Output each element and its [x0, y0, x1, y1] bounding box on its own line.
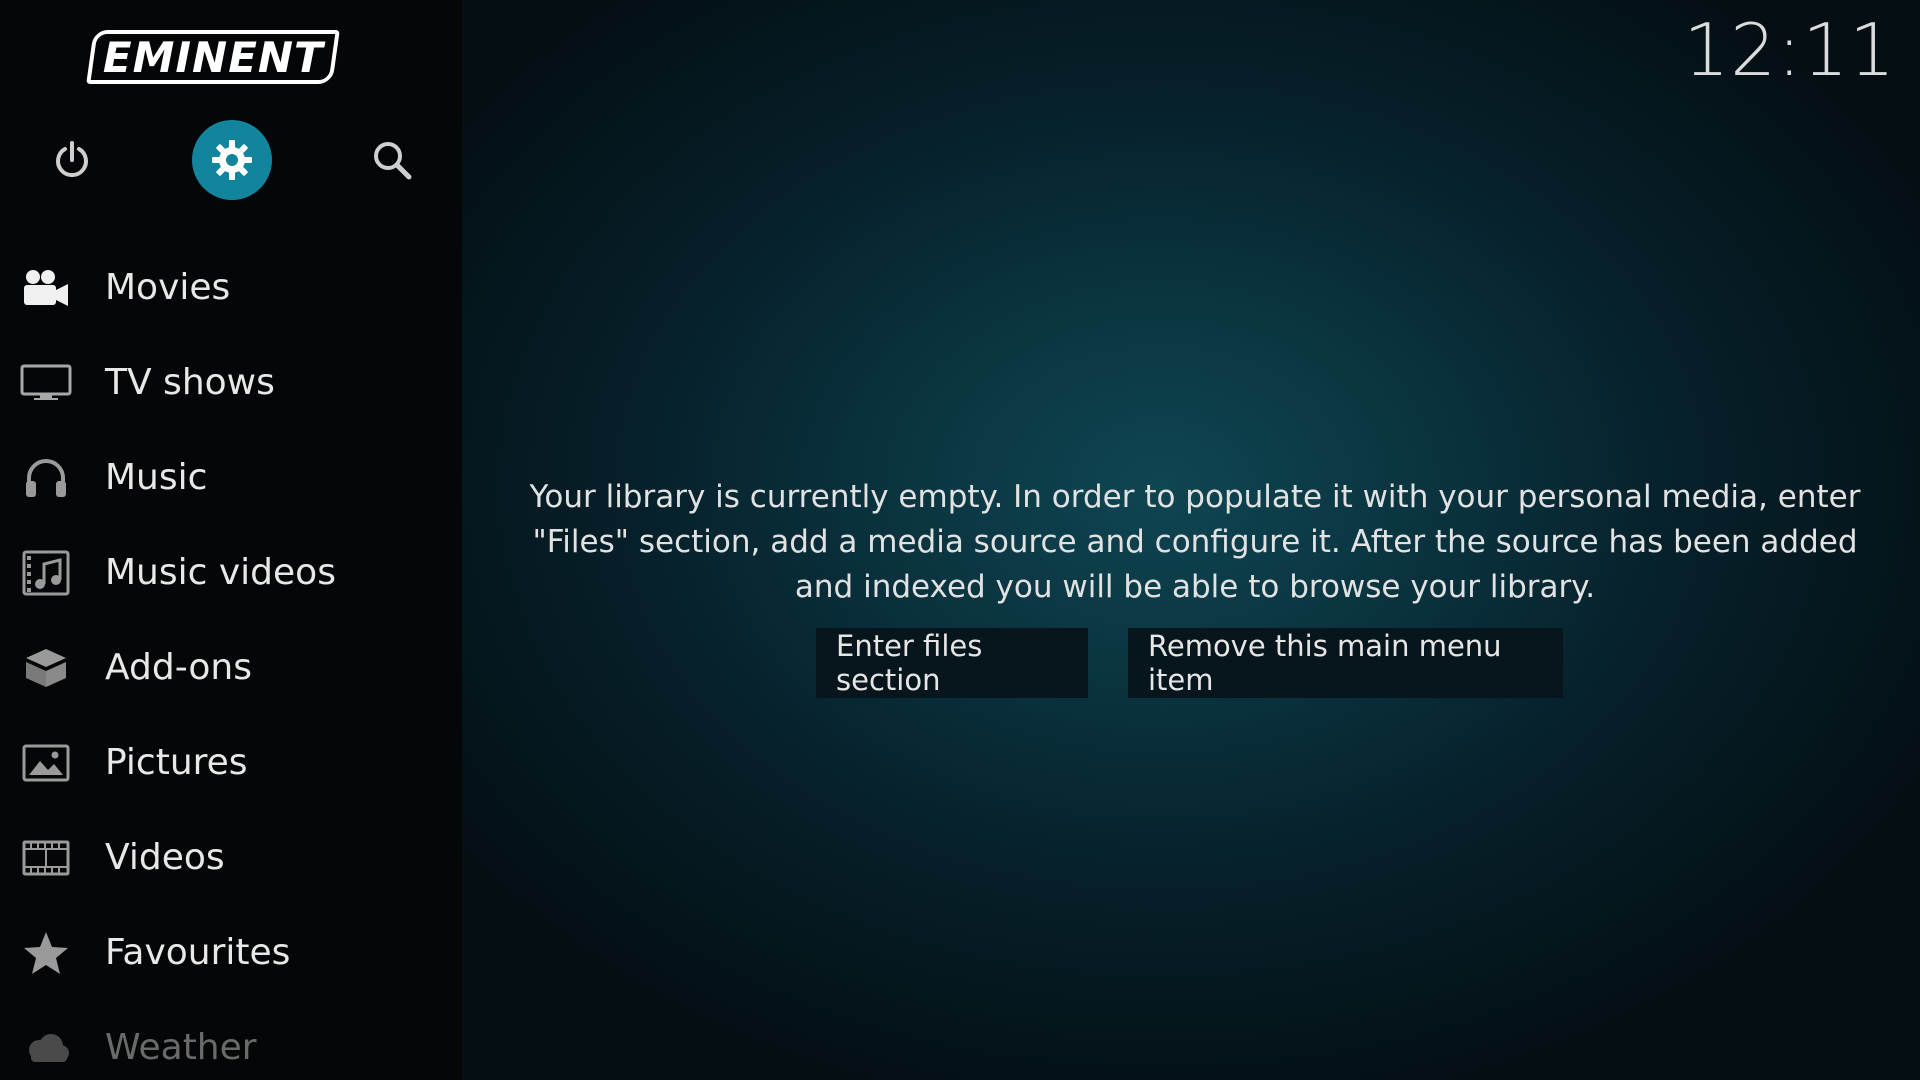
settings-button[interactable] — [192, 120, 272, 200]
main-menu: Movies TV shows Music Music videos Add-o… — [0, 240, 462, 1080]
menu-item-pictures[interactable]: Pictures — [0, 715, 462, 810]
picture-icon — [20, 739, 72, 787]
menu-item-label: Pictures — [105, 742, 248, 783]
menu-item-movies[interactable]: Movies — [0, 240, 462, 335]
menu-item-label: Music videos — [105, 552, 336, 593]
top-icon-bar — [0, 120, 462, 200]
brand-logo-text: EMINENT — [102, 32, 324, 82]
headphones-icon — [20, 454, 72, 502]
sidebar: EMINENT Movies TV shows Music Music vide… — [0, 0, 462, 1080]
remove-menu-item-button[interactable]: Remove this main menu item — [1128, 628, 1563, 698]
menu-item-label: Videos — [105, 837, 225, 878]
menu-item-label: TV shows — [105, 362, 275, 403]
tv-icon — [20, 359, 72, 407]
power-button[interactable] — [32, 120, 112, 200]
action-buttons: Enter files section Remove this main men… — [816, 628, 1563, 698]
menu-item-music[interactable]: Music — [0, 430, 462, 525]
menu-item-label: Music — [105, 457, 208, 498]
enter-files-section-button[interactable]: Enter files section — [816, 628, 1088, 698]
menu-item-weather[interactable]: Weather — [0, 1000, 462, 1080]
empty-library-message: Your library is currently empty. In orde… — [529, 479, 1861, 605]
menu-item-videos[interactable]: Videos — [0, 810, 462, 905]
search-button[interactable] — [352, 120, 432, 200]
menu-item-label: Favourites — [105, 932, 291, 973]
menu-item-favourites[interactable]: Favourites — [0, 905, 462, 1000]
star-icon — [20, 929, 72, 977]
menu-item-add-ons[interactable]: Add-ons — [0, 620, 462, 715]
search-icon — [374, 142, 412, 180]
addons-box-icon — [20, 644, 72, 692]
menu-item-label: Weather — [105, 1027, 257, 1068]
menu-item-music-videos[interactable]: Music videos — [0, 525, 462, 620]
power-icon — [56, 141, 88, 178]
menu-item-tv-shows[interactable]: TV shows — [0, 335, 462, 430]
clock: 12:11 — [1683, 8, 1896, 92]
music-video-icon — [20, 549, 72, 597]
menu-item-label: Add-ons — [105, 647, 252, 688]
movie-camera-icon — [20, 264, 72, 312]
brand-logo: EMINENT — [86, 30, 340, 84]
kodi-home-screen: EMINENT Movies TV shows Music Music vide… — [0, 0, 1920, 1080]
film-strip-icon — [20, 834, 72, 882]
weather-cloud-icon — [20, 1024, 72, 1072]
menu-item-label: Movies — [105, 267, 231, 308]
gear-icon — [212, 140, 252, 180]
